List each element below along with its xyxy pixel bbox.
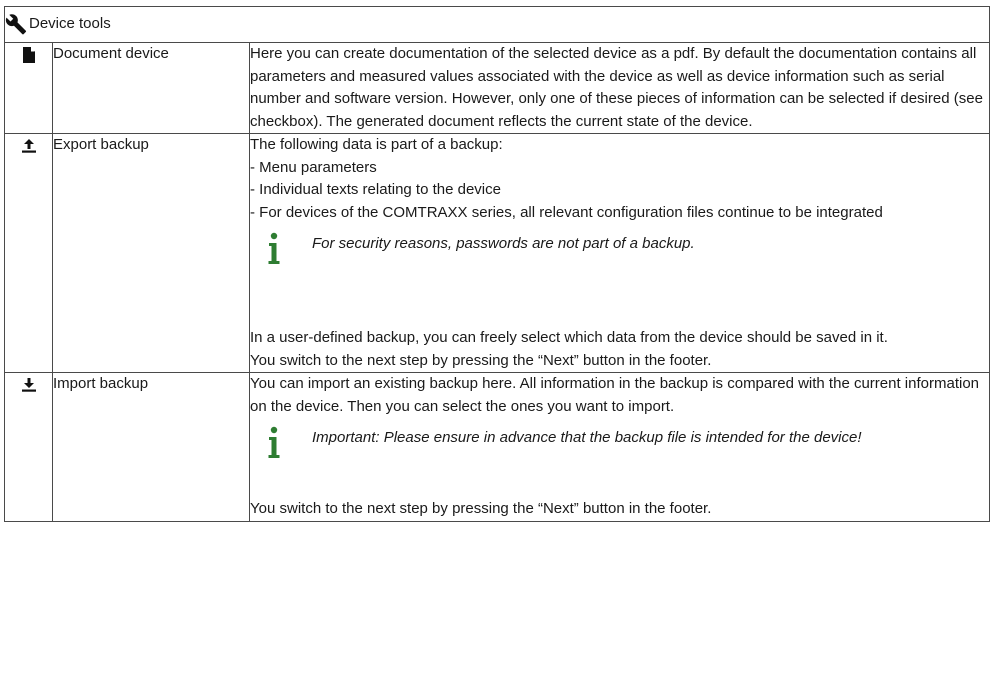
tool-description: Here you can create documentation of the…	[250, 45, 983, 130]
table-row: Document device Here you can create docu…	[4, 42, 990, 134]
list-item: - Menu parameters	[250, 158, 377, 176]
wrench-icon	[5, 13, 27, 34]
table-header-row: Device tools	[4, 6, 990, 43]
info-icon	[268, 426, 280, 458]
table-header-cell: Device tools	[4, 6, 990, 43]
import-intro: You can import an existing backup here. …	[250, 375, 980, 415]
info-note: For security reasons, passwords are not …	[250, 231, 989, 327]
download-icon	[21, 378, 36, 392]
row-description-cell: You can import an existing backup here. …	[249, 372, 990, 522]
info-note-text: For security reasons, passwords are not …	[312, 235, 695, 252]
list-item: - For devices of the COMTRAXX series, al…	[250, 203, 883, 221]
tool-name-document-device: Document device	[53, 45, 169, 62]
backup-after-text: In a user-defined backup, you can freely…	[250, 329, 888, 346]
list-item: - Individual texts relating to the devic…	[250, 181, 501, 198]
row-name-cell: Document device	[52, 42, 250, 134]
device-tools-document: Device tools Document device Here you ca…	[0, 0, 992, 695]
tool-name-export-backup: Export backup	[53, 136, 149, 153]
row-description-cell: Here you can create documentation of the…	[249, 42, 990, 134]
table-row: Export backup The following data is part…	[4, 133, 990, 373]
row-name-cell: Export backup	[52, 133, 250, 373]
device-tools-table: Device tools Document device Here you ca…	[4, 6, 990, 522]
table-title: Device tools	[29, 15, 111, 33]
next-step-text: You switch to the next step by pressing …	[250, 500, 712, 517]
table-row: Import backup You can import an existing…	[4, 372, 990, 522]
row-icon-cell	[4, 372, 53, 522]
row-icon-cell	[4, 42, 53, 134]
tool-name-import-backup: Import backup	[53, 375, 149, 392]
row-name-cell: Import backup	[52, 372, 250, 522]
row-description-cell: The following data is part of a backup: …	[249, 133, 990, 373]
info-icon	[268, 232, 280, 264]
next-step-text: You switch to the next step by pressing …	[250, 351, 712, 369]
row-icon-cell	[4, 133, 53, 373]
upload-icon	[21, 139, 36, 153]
info-note-text: Important: Please ensure in advance that…	[312, 429, 862, 446]
backup-intro: The following data is part of a backup:	[250, 136, 503, 153]
document-icon	[22, 47, 35, 63]
info-note: Important: Please ensure in advance that…	[250, 425, 989, 498]
